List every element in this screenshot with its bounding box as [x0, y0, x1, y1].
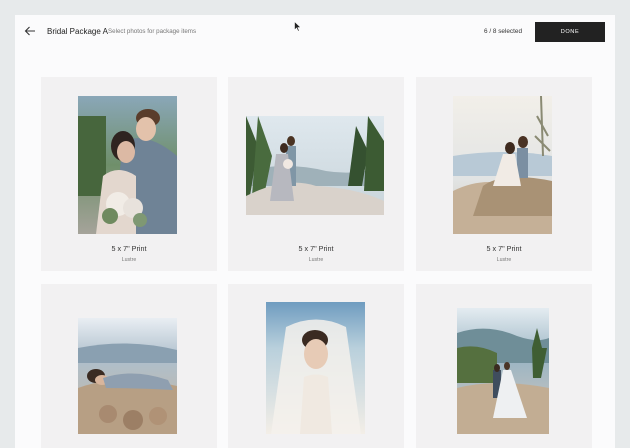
- mouse-pointer-icon: [294, 21, 302, 32]
- package-item-card[interactable]: [41, 284, 217, 448]
- card-title: 5 x 7" Print: [486, 244, 522, 253]
- card-finish: Lustre: [121, 257, 137, 263]
- arrow-left-icon[interactable]: [24, 25, 36, 37]
- package-item-card[interactable]: [228, 284, 404, 448]
- card-title: 5 x 7" Print: [111, 244, 147, 253]
- card-finish: Lustre: [496, 257, 512, 263]
- photo-thumbnail[interactable]: [453, 96, 552, 234]
- app-window: Bridal Package A Select photos for packa…: [15, 15, 615, 448]
- card-finish: Lustre: [308, 257, 324, 263]
- package-item-card[interactable]: 5 x 7" Print Lustre: [41, 77, 217, 271]
- photo-thumbnail[interactable]: [78, 318, 177, 434]
- photo-thumbnail[interactable]: [457, 308, 549, 434]
- photo-thumbnail[interactable]: [266, 302, 365, 434]
- done-button[interactable]: DONE: [535, 22, 605, 42]
- package-item-card[interactable]: [416, 284, 592, 448]
- page-subtitle: Select photos for package items: [108, 28, 197, 35]
- photo-thumbnail[interactable]: [78, 96, 177, 234]
- package-item-card[interactable]: 5 x 7" Print Lustre: [416, 77, 592, 271]
- header-bar: Bridal Package A Select photos for packa…: [15, 15, 615, 49]
- package-item-card[interactable]: 5 x 7" Print Lustre: [228, 77, 404, 271]
- selected-count: 6 / 8 selected: [484, 28, 523, 35]
- photo-thumbnail[interactable]: [246, 116, 384, 215]
- card-title: 5 x 7" Print: [298, 244, 334, 253]
- page-title: Bridal Package A: [47, 27, 108, 36]
